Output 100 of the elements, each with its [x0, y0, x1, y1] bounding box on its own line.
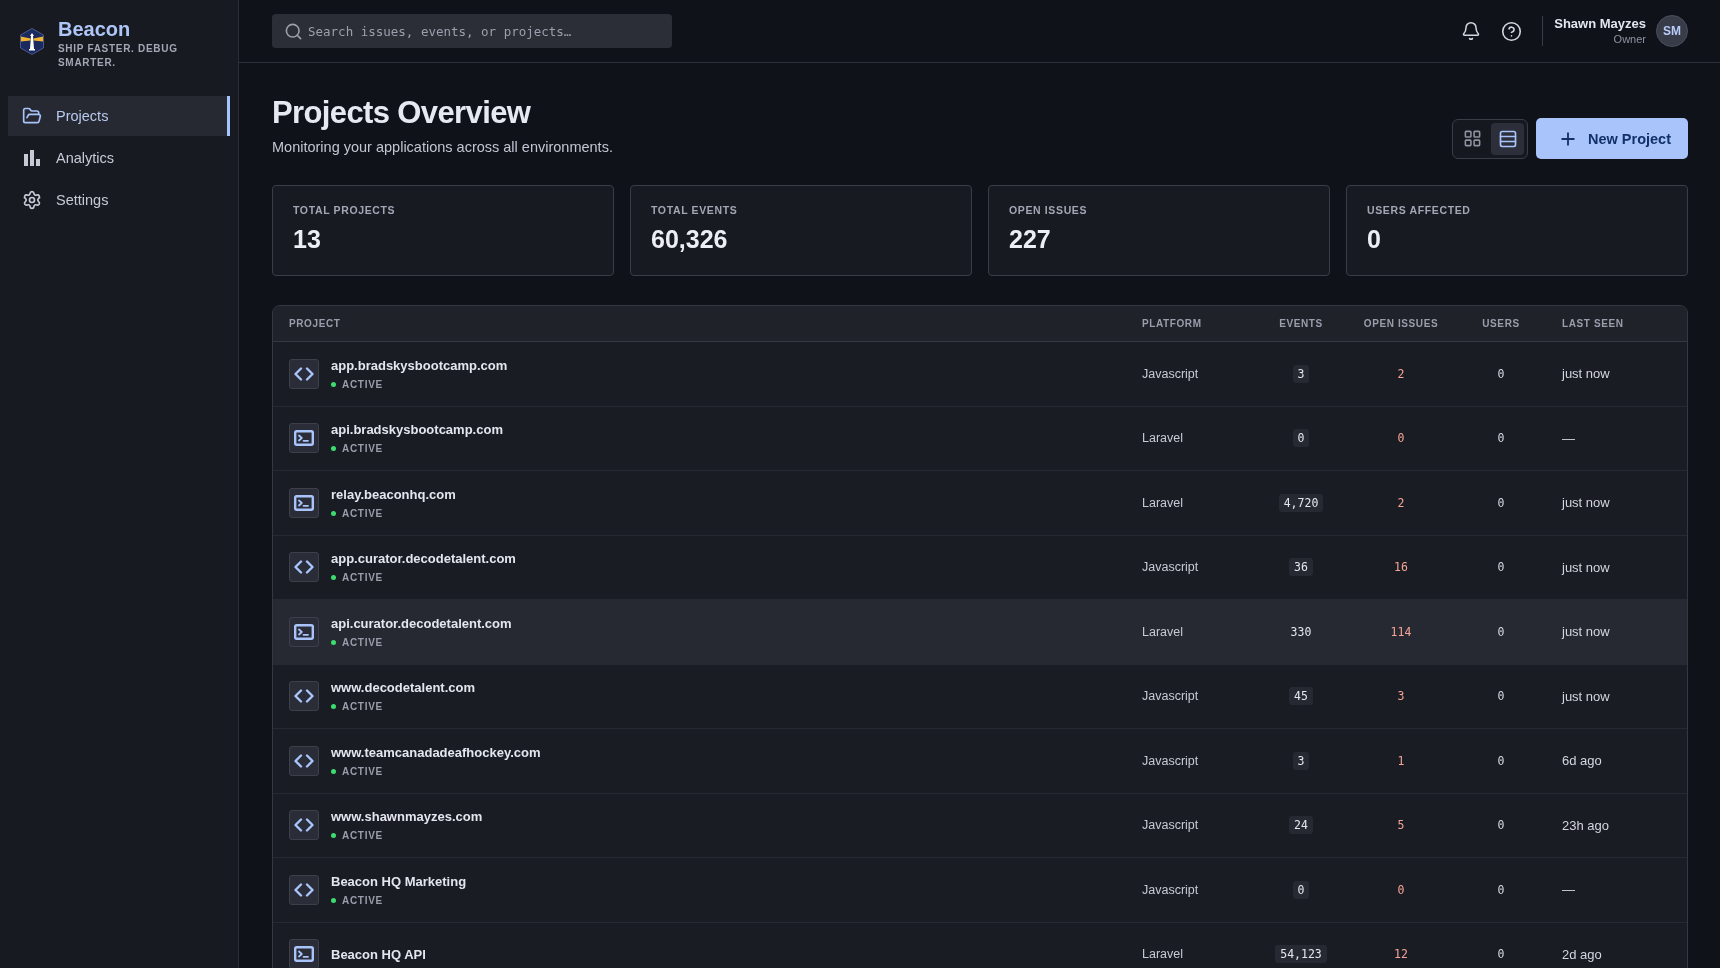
- table-row[interactable]: Beacon HQ Marketing ACTIVE Javascript 0 0 0 —: [273, 858, 1687, 923]
- users-count: 0: [1497, 431, 1505, 446]
- stat-label: TOTAL EVENTS: [651, 204, 739, 216]
- stat-value: 13: [293, 225, 322, 254]
- settings-icon: [22, 190, 42, 210]
- status-label: ACTIVE: [342, 765, 383, 777]
- column-header: LAST SEEN: [1561, 318, 1624, 329]
- status-label: ACTIVE: [342, 572, 383, 584]
- page-title: Projects Overview: [272, 94, 532, 132]
- open-issues-count: 12: [1394, 947, 1408, 962]
- open-issues-count: 5: [1397, 818, 1405, 833]
- status-label: ACTIVE: [342, 701, 383, 713]
- folder-icon: [22, 106, 42, 126]
- brand-name: Beacon: [58, 17, 132, 41]
- column-header: OPEN ISSUES: [1363, 318, 1439, 329]
- table-row[interactable]: www.shawnmayzes.com ACTIVE Javascript 24 5 0 23h ago: [273, 793, 1687, 858]
- open-issues-count: 2: [1397, 366, 1405, 381]
- help-icon[interactable]: [1501, 20, 1523, 42]
- events-count: 54,123: [1275, 945, 1327, 964]
- new-project-button[interactable]: New Project: [1536, 118, 1688, 159]
- terminal-icon: [289, 616, 319, 647]
- stat-value: 0: [1367, 225, 1382, 254]
- search-icon: [284, 22, 303, 41]
- project-name: api.curator.decodetalent.com: [331, 615, 512, 631]
- users-count: 0: [1497, 366, 1505, 381]
- users-count: 0: [1497, 818, 1505, 833]
- project-name: www.decodetalent.com: [331, 680, 475, 696]
- events-count: 0: [1292, 880, 1310, 899]
- code-icon: [289, 681, 319, 712]
- project-name: relay.beaconhq.com: [331, 486, 456, 502]
- stat-value: 60,326: [651, 225, 729, 254]
- last-seen-time: just now: [1560, 495, 1611, 511]
- nav-item[interactable]: Settings: [8, 180, 230, 220]
- column-header: PLATFORM: [1142, 318, 1202, 329]
- platform-name: Laravel: [1142, 431, 1184, 446]
- table-row[interactable]: www.decodetalent.com ACTIVE Javascript 45 3 0 just now: [273, 664, 1687, 729]
- project-name: api.bradskysbootcamp.com: [331, 422, 503, 438]
- search-field[interactable]: Search issues, events, or projects…: [272, 14, 672, 48]
- stat-label: USERS AFFECTED: [1367, 204, 1472, 216]
- last-seen-time: —: [1561, 882, 1576, 898]
- users-count: 0: [1497, 560, 1505, 575]
- open-issues-count: 16: [1394, 560, 1408, 575]
- status-label: ACTIVE: [342, 443, 383, 455]
- code-icon: [289, 745, 319, 776]
- column-header: EVENTS: [1279, 318, 1323, 329]
- platform-name: Javascript: [1142, 882, 1200, 897]
- users-count: 0: [1497, 624, 1505, 639]
- events-count: 24: [1289, 816, 1313, 835]
- platform-name: Javascript: [1142, 689, 1200, 704]
- table-row[interactable]: relay.beaconhq.com ACTIVE Laravel 4,720 2 0 just now: [273, 471, 1687, 536]
- page-subtitle: Monitoring your applications across all environments.: [272, 138, 613, 157]
- terminal-icon: [289, 487, 319, 518]
- code-icon: [289, 810, 319, 841]
- notifications-bell-icon[interactable]: [1461, 21, 1482, 41]
- users-count: 0: [1497, 882, 1505, 897]
- project-name: www.shawnmayzes.com: [331, 809, 483, 825]
- list-view-button[interactable]: [1491, 122, 1524, 155]
- user-name: Shawn Mayzes: [1554, 15, 1646, 32]
- status-label: ACTIVE: [342, 894, 383, 906]
- nav-item[interactable]: Analytics: [8, 138, 230, 178]
- status-label: ACTIVE: [342, 507, 383, 519]
- users-count: 0: [1497, 689, 1505, 704]
- last-seen-time: 6d ago: [1561, 753, 1603, 769]
- code-icon: [289, 874, 319, 905]
- platform-name: Laravel: [1142, 495, 1184, 510]
- users-count: 0: [1497, 495, 1505, 510]
- open-issues-count: 0: [1397, 882, 1405, 897]
- table-row[interactable]: app.bradskysbootcamp.com ACTIVE Javascript 3 2 0 just now: [273, 342, 1687, 407]
- last-seen-time: 23h ago: [1561, 817, 1610, 833]
- status-label: ACTIVE: [342, 636, 383, 648]
- list-icon: [1497, 128, 1518, 149]
- users-count: 0: [1497, 753, 1505, 768]
- user-avatar[interactable]: SM: [1656, 15, 1688, 47]
- platform-name: Javascript: [1142, 560, 1200, 575]
- open-issues-count: 0: [1397, 431, 1405, 446]
- code-icon: [289, 552, 319, 583]
- project-name: app.bradskysbootcamp.com: [331, 357, 508, 373]
- last-seen-time: —: [1561, 430, 1576, 446]
- platform-name: Javascript: [1142, 818, 1200, 833]
- platform-name: Javascript: [1142, 753, 1200, 768]
- table-row[interactable]: www.teamcanadadeafhockey.com ACTIVE Javascript 3 1 0 6d ago: [273, 729, 1687, 794]
- nav-item[interactable]: Projects: [8, 96, 230, 136]
- open-issues-count: 2: [1397, 495, 1405, 510]
- column-header: USERS: [1482, 318, 1520, 329]
- last-seen-time: just now: [1560, 366, 1611, 382]
- platform-name: Laravel: [1142, 947, 1184, 962]
- table-row[interactable]: api.curator.decodetalent.com ACTIVE Laravel 330 114 0 just now: [273, 600, 1687, 665]
- events-count: 3: [1292, 751, 1310, 770]
- table-row[interactable]: api.bradskysbootcamp.com ACTIVE Laravel 0 0 0 —: [273, 406, 1687, 471]
- table-row[interactable]: Beacon HQ API Laravel 54,123 12 0 2d ago: [273, 922, 1687, 968]
- last-seen-time: just now: [1560, 688, 1611, 704]
- status-label: ACTIVE: [342, 378, 383, 390]
- project-name: app.curator.decodetalent.com: [331, 551, 516, 567]
- events-count: 36: [1289, 558, 1313, 577]
- grid-icon: [1463, 129, 1482, 148]
- project-name: Beacon HQ Marketing: [331, 873, 467, 889]
- events-count: 3: [1292, 364, 1310, 383]
- project-name: www.teamcanadadeafhockey.com: [331, 744, 541, 760]
- users-count: 0: [1497, 947, 1505, 962]
- user-role: Owner: [1613, 32, 1646, 47]
